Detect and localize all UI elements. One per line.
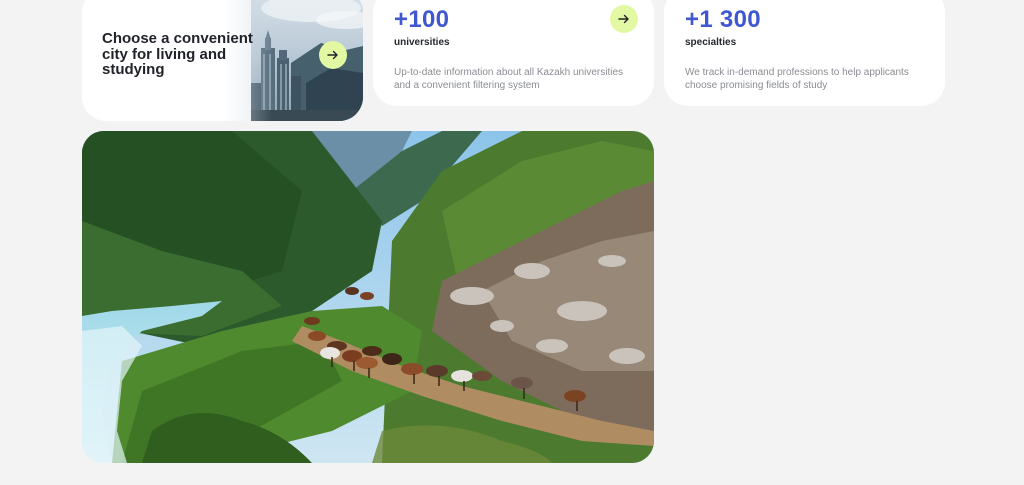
city-card-title: Choose a convenient city for living and … [102, 30, 253, 78]
arrow-right-icon [327, 50, 338, 60]
specialties-label: specialties [685, 37, 737, 48]
page: Choose a convenient city for living and … [0, 0, 1024, 485]
mountain-horses-image [82, 131, 654, 463]
specialties-stat-card[interactable]: +1 300 specialties We track in-demand pr… [664, 0, 945, 106]
landscape-illustration [82, 131, 654, 463]
universities-count: +100 [394, 6, 450, 33]
specialties-count: +1 300 [685, 6, 761, 33]
specialties-description: We track in-demand professions to help a… [685, 67, 909, 91]
arrow-right-icon [618, 14, 629, 24]
city-choice-card[interactable]: Choose a convenient city for living and … [82, 0, 363, 121]
universities-arrow-button[interactable] [610, 5, 638, 33]
city-arrow-button[interactable] [319, 41, 347, 69]
universities-description: Up-to-date information about all Kazakh … [394, 67, 624, 91]
universities-stat-card[interactable]: +100 universities Up-to-date information… [373, 0, 654, 106]
universities-label: universities [394, 37, 450, 48]
